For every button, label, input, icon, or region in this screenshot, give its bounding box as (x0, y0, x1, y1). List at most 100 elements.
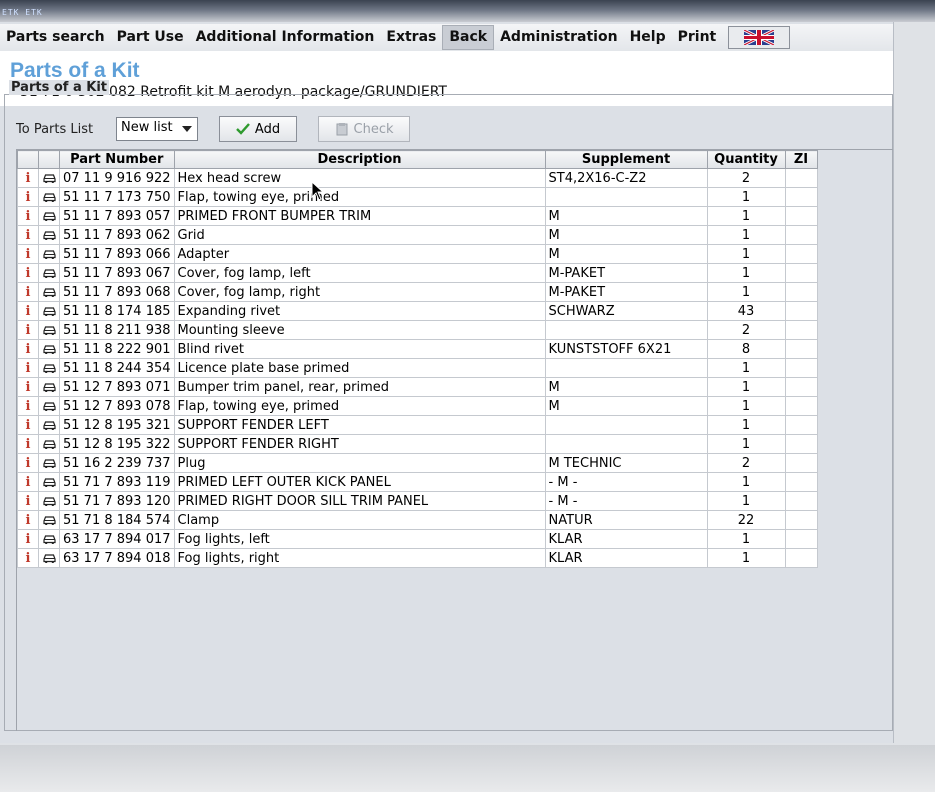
car-icon[interactable] (42, 399, 56, 414)
zi-cell[interactable] (784, 244, 818, 264)
zi-cell[interactable] (784, 472, 818, 492)
info-icon[interactable]: i (26, 513, 31, 528)
vehicle-cell[interactable] (38, 301, 60, 321)
car-icon[interactable] (42, 361, 56, 376)
info-cell[interactable]: i (17, 244, 39, 264)
info-cell[interactable]: i (17, 548, 39, 568)
info-cell[interactable]: i (17, 453, 39, 473)
zi-cell[interactable] (784, 358, 818, 378)
info-icon[interactable]: i (26, 247, 31, 262)
quantity-cell[interactable]: 1 (706, 244, 786, 264)
supplement-cell[interactable]: M (544, 396, 708, 416)
info-icon[interactable]: i (26, 456, 31, 471)
zi-cell[interactable] (784, 168, 818, 188)
info-icon[interactable]: i (26, 209, 31, 224)
supplement-cell[interactable]: M-PAKET (544, 282, 708, 302)
quantity-cell[interactable]: 2 (706, 168, 786, 188)
supplement-cell[interactable]: M TECHNIC (544, 453, 708, 473)
quantity-cell[interactable]: 22 (706, 510, 786, 530)
description-cell[interactable]: Clamp (173, 510, 546, 530)
zi-cell[interactable] (784, 396, 818, 416)
vehicle-cell[interactable] (38, 396, 60, 416)
col-header-supplement[interactable]: Supplement (544, 150, 708, 169)
zi-cell[interactable] (784, 301, 818, 321)
info-icon[interactable]: i (26, 342, 31, 357)
vehicle-cell[interactable] (38, 415, 60, 435)
info-icon[interactable]: i (26, 285, 31, 300)
quantity-cell[interactable]: 1 (706, 358, 786, 378)
info-cell[interactable]: i (17, 168, 39, 188)
info-cell[interactable]: i (17, 510, 39, 530)
info-cell[interactable]: i (17, 187, 39, 207)
part-number-cell[interactable]: 51 12 8 195 321 (59, 415, 175, 435)
add-button[interactable]: Add (219, 116, 297, 142)
quantity-cell[interactable]: 1 (706, 377, 786, 397)
supplement-cell[interactable]: KLAR (544, 529, 708, 549)
zi-cell[interactable] (784, 491, 818, 511)
car-icon[interactable] (42, 494, 56, 509)
table-row[interactable]: i 51 12 8 195 321 SUPPORT FENDER LEFT 1 (17, 415, 818, 435)
zi-cell[interactable] (784, 206, 818, 226)
part-number-cell[interactable]: 51 71 7 893 120 (59, 491, 175, 511)
menu-item-parts-search[interactable]: Parts search (0, 25, 111, 50)
part-number-cell[interactable]: 51 11 7 893 062 (59, 225, 175, 245)
info-icon[interactable]: i (26, 228, 31, 243)
table-row[interactable]: i 51 11 7 893 057 PRIMED FRONT BUMPER TRIM… (17, 206, 818, 226)
menu-item-extras[interactable]: Extras (380, 25, 442, 50)
menu-item-print[interactable]: Print (672, 25, 723, 50)
vehicle-cell[interactable] (38, 510, 60, 530)
table-row[interactable]: i 63 17 7 894 017 Fog lights, left KLAR 1 (17, 529, 818, 549)
parts-list-select[interactable]: New list (116, 117, 198, 141)
info-icon[interactable]: i (26, 266, 31, 281)
description-cell[interactable]: PRIMED RIGHT DOOR SILL TRIM PANEL (173, 491, 546, 511)
vehicle-cell[interactable] (38, 548, 60, 568)
car-icon[interactable] (42, 285, 56, 300)
info-cell[interactable]: i (17, 377, 39, 397)
supplement-cell[interactable]: SCHWARZ (544, 301, 708, 321)
info-cell[interactable]: i (17, 434, 39, 454)
zi-cell[interactable] (784, 453, 818, 473)
zi-cell[interactable] (784, 225, 818, 245)
quantity-cell[interactable]: 1 (706, 529, 786, 549)
quantity-cell[interactable]: 1 (706, 282, 786, 302)
zi-cell[interactable] (784, 529, 818, 549)
zi-cell[interactable] (784, 339, 818, 359)
table-row[interactable]: i 51 11 7 893 067 Cover, fog lamp, left M-P… (17, 263, 818, 283)
menu-item-additional-information[interactable]: Additional Information (190, 25, 381, 50)
part-number-cell[interactable]: 07 11 9 916 922 (59, 168, 175, 188)
description-cell[interactable]: SUPPORT FENDER LEFT (173, 415, 546, 435)
supplement-cell[interactable]: M (544, 206, 708, 226)
menu-item-help[interactable]: Help (624, 25, 672, 50)
supplement-cell[interactable] (544, 415, 708, 435)
quantity-cell[interactable]: 1 (706, 472, 786, 492)
supplement-cell[interactable] (544, 187, 708, 207)
table-row[interactable]: i 51 71 8 184 574 Clamp NATUR 22 (17, 510, 818, 530)
quantity-cell[interactable]: 1 (706, 415, 786, 435)
info-icon[interactable]: i (26, 361, 31, 376)
part-number-cell[interactable]: 51 16 2 239 737 (59, 453, 175, 473)
table-row[interactable]: i 51 12 8 195 322 SUPPORT FENDER RIGHT 1 (17, 434, 818, 454)
description-cell[interactable]: Grid (173, 225, 546, 245)
quantity-cell[interactable]: 8 (706, 339, 786, 359)
part-number-cell[interactable]: 51 11 7 893 067 (59, 263, 175, 283)
description-cell[interactable]: Flap, towing eye, primed (173, 396, 546, 416)
car-icon[interactable] (42, 304, 56, 319)
quantity-cell[interactable]: 1 (706, 548, 786, 568)
car-icon[interactable] (42, 209, 56, 224)
table-row[interactable]: i 51 11 8 211 938 Mounting sleeve 2 (17, 320, 818, 340)
part-number-cell[interactable]: 63 17 7 894 018 (59, 548, 175, 568)
info-cell[interactable]: i (17, 282, 39, 302)
part-number-cell[interactable]: 51 12 7 893 071 (59, 377, 175, 397)
description-cell[interactable]: Fog lights, left (173, 529, 546, 549)
description-cell[interactable]: Blind rivet (173, 339, 546, 359)
info-cell[interactable]: i (17, 301, 39, 321)
vehicle-cell[interactable] (38, 358, 60, 378)
car-icon[interactable] (42, 247, 56, 262)
info-icon[interactable]: i (26, 418, 31, 433)
info-icon[interactable]: i (26, 437, 31, 452)
info-cell[interactable]: i (17, 225, 39, 245)
description-cell[interactable]: Flap, towing eye, primed (173, 187, 546, 207)
part-number-cell[interactable]: 51 71 8 184 574 (59, 510, 175, 530)
info-cell[interactable]: i (17, 339, 39, 359)
col-header-part-number[interactable]: Part Number (59, 150, 175, 169)
